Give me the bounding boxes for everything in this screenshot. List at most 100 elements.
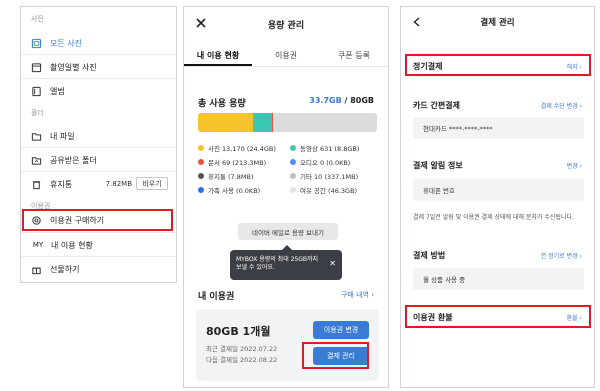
shared-folder-icon bbox=[31, 155, 42, 166]
pass-card: 80GB 1개월 최근 결제일 2022.07.22 다음 결제일 2022.0… bbox=[196, 309, 379, 381]
purchase-history-link[interactable]: 구매 내역 › bbox=[341, 290, 374, 300]
section-label-photo: 사진 bbox=[31, 15, 44, 23]
change-payment-method-link[interactable]: 결제 수단 변경 › bbox=[541, 101, 582, 110]
legend-label: 오디오 0 (0.0KB) bbox=[300, 159, 351, 167]
legend-item: 오디오 0 (0.0KB) bbox=[290, 157, 350, 167]
menu-item-my-usage[interactable]: MY 내 이용 현황 bbox=[21, 235, 176, 255]
menu-item-label: 선물하기 bbox=[50, 264, 80, 274]
menu-item-label: 앨범 bbox=[50, 86, 65, 96]
divider bbox=[21, 232, 176, 233]
photo-grid-icon bbox=[31, 38, 42, 49]
trash-icon bbox=[31, 179, 42, 190]
card-payment-title: 카드 간편결제 bbox=[413, 101, 460, 110]
tab-pass[interactable]: 이용권 bbox=[252, 47, 320, 66]
legend-dot-icon bbox=[198, 145, 204, 151]
pass-name: 80GB 1개월 bbox=[206, 325, 271, 338]
total-usage-title: 총 사용 용량 bbox=[198, 99, 246, 109]
album-icon bbox=[31, 86, 42, 97]
menu-item-label: 촬영일별 사진 bbox=[50, 62, 97, 72]
menu-item-shared-folder[interactable]: 공유받은 폴더 bbox=[21, 150, 176, 170]
divider bbox=[21, 147, 176, 148]
payment-method-title: 결제 방법 bbox=[413, 251, 446, 260]
calendar-icon bbox=[31, 62, 42, 73]
regular-payment-title: 정기결제 bbox=[413, 62, 443, 71]
refund-link[interactable]: 환불 › bbox=[567, 313, 582, 322]
page-title: 용량 관리 bbox=[267, 20, 305, 31]
menu-item-all-photos[interactable]: 모든 사진 bbox=[21, 33, 176, 53]
my-text-icon: MY bbox=[32, 241, 44, 249]
cancel-subscription-link[interactable]: 해지 › bbox=[567, 62, 582, 71]
menu-item-label: 모든 사진 bbox=[50, 38, 82, 48]
tab-coupon[interactable]: 쿠폰 등록 bbox=[320, 47, 388, 66]
payment-alert-title: 결제 알림 정보 bbox=[413, 161, 463, 170]
legend-item: 사진 13,170 (24.4GB) bbox=[198, 143, 276, 153]
change-pass-button[interactable]: 이용권 변경 bbox=[313, 321, 369, 339]
usage-bar bbox=[198, 113, 377, 132]
legend-dot-icon bbox=[290, 187, 296, 193]
gift-icon bbox=[31, 264, 42, 275]
last-payment-date: 최근 결제일 2022.07.22 bbox=[206, 345, 278, 353]
change-to-yearly-link[interactable]: 연 정기로 변경 › bbox=[541, 251, 582, 260]
tooltip-line: 보낼 수 있어요. bbox=[236, 264, 275, 271]
tooltip-close-icon[interactable]: ✕ bbox=[329, 260, 336, 268]
payment-manage-button[interactable]: 결제 관리 bbox=[313, 347, 369, 365]
page-title: 결제 관리 bbox=[480, 18, 515, 28]
alert-info-box: 휴대폰 번호 bbox=[413, 179, 584, 201]
legend-label: 휴지통 (7.8MB) bbox=[208, 173, 254, 181]
folder-icon bbox=[31, 131, 42, 142]
menu-item-album[interactable]: 앨범 bbox=[21, 81, 176, 101]
legend-label: 문서 69 (213.3MB) bbox=[208, 159, 267, 167]
empty-trash-button[interactable]: 비우기 bbox=[136, 177, 168, 190]
legend-item: 문서 69 (213.3MB) bbox=[198, 157, 266, 167]
close-icon[interactable] bbox=[194, 16, 208, 30]
tab-my-usage[interactable]: 내 이용 현황 bbox=[184, 47, 252, 66]
tooltip-arrow bbox=[282, 245, 292, 250]
menu-item-my-files[interactable]: 내 파일 bbox=[21, 126, 176, 146]
menu-item-label: 이용권 구매하기 bbox=[50, 215, 105, 225]
legend-dot-icon bbox=[290, 159, 296, 165]
card-info-box: 현대카드 ****-****-**** bbox=[413, 117, 584, 139]
change-alert-link[interactable]: 변경 › bbox=[567, 161, 582, 170]
tooltip: MYBOX 용량의 최대 25GB까지 보낼 수 있어요. ✕ bbox=[230, 245, 342, 280]
legend-item: 가족 사용 (0.0KB) bbox=[198, 185, 260, 195]
capacity-value: / 80GB bbox=[341, 96, 374, 105]
menu-item-gift[interactable]: 선물하기 bbox=[21, 259, 176, 279]
trash-size-value: 7.82MB bbox=[105, 180, 132, 188]
menu-item-label: 내 파일 bbox=[50, 131, 75, 141]
legend-item: 동영상 631 (8.8GB) bbox=[290, 143, 359, 153]
sidebar-menu-panel: 사진 모든 사진 촬영일별 사진 앨범 폴더 내 파일 공유받은 폴더 휴지통 … bbox=[20, 6, 177, 283]
gear-icon bbox=[31, 215, 42, 226]
legend-item: 휴지통 (7.8MB) bbox=[198, 171, 253, 181]
my-pass-title: 내 이용권 bbox=[198, 292, 235, 302]
legend-dot-icon bbox=[198, 159, 204, 165]
total-usage-value: 33.7GB / 80GB bbox=[309, 96, 374, 105]
menu-item-label: 휴지통 bbox=[50, 179, 73, 189]
storage-management-panel: 용량 관리 내 이용 현황 이용권 쿠폰 등록 총 사용 용량 33.7GB /… bbox=[183, 6, 389, 388]
legend-label: 기타 10 (337.1MB) bbox=[300, 173, 359, 181]
menu-item-by-date[interactable]: 촬영일별 사진 bbox=[21, 57, 176, 77]
legend-label: 가족 사용 (0.0KB) bbox=[208, 187, 261, 195]
divider bbox=[21, 78, 176, 79]
method-info-box: 월 상품 사용 중 bbox=[413, 268, 584, 290]
used-value: 33.7GB bbox=[309, 96, 342, 105]
menu-item-label: 공유받은 폴더 bbox=[50, 155, 97, 165]
section-label-folder: 폴더 bbox=[31, 109, 44, 117]
payment-management-panel: 결제 관리 정기결제 해지 › 카드 간편결제 결제 수단 변경 › 현대카드 … bbox=[400, 6, 595, 388]
legend-item: 여유 공간 (46.3GB) bbox=[290, 185, 357, 195]
menu-item-label: 내 이용 현황 bbox=[51, 240, 93, 250]
usage-bar-segment bbox=[252, 113, 273, 132]
tab-bar: 내 이용 현황 이용권 쿠폰 등록 bbox=[184, 47, 388, 67]
back-arrow-icon[interactable] bbox=[411, 16, 423, 28]
legend-item: 기타 10 (337.1MB) bbox=[290, 171, 358, 181]
divider bbox=[21, 171, 176, 172]
divider bbox=[21, 54, 176, 55]
legend-label: 여유 공간 (46.3GB) bbox=[300, 187, 358, 195]
tooltip-line: MYBOX 용량의 최대 25GB까지 bbox=[236, 256, 319, 263]
legend-dot-icon bbox=[290, 145, 296, 151]
divider bbox=[21, 256, 176, 257]
legend-dot-icon bbox=[198, 187, 204, 193]
menu-item-buy-pass[interactable]: 이용권 구매하기 bbox=[21, 210, 176, 230]
send-storage-button[interactable]: 네이버 메일로 용량 보내기 bbox=[238, 223, 338, 240]
refund-title: 이용권 환불 bbox=[413, 313, 453, 322]
usage-bar-segment bbox=[198, 113, 253, 132]
